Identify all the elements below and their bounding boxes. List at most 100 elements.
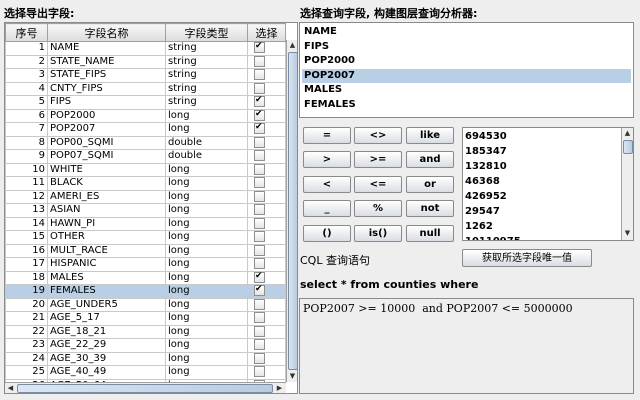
row-select-checkbox[interactable] xyxy=(254,231,265,242)
table-scroll-thumb[interactable] xyxy=(288,52,297,370)
table-row[interactable]: 2 STATE_NAME string xyxy=(5,54,286,69)
table-row[interactable]: 19 FEMALES long xyxy=(5,284,286,299)
query-field-list[interactable]: NAME FIPS POP2000 POP2007 MALES FEMALES xyxy=(299,22,634,118)
operator-button[interactable]: () xyxy=(303,225,351,242)
table-row[interactable]: 9 POP07_SQMI double xyxy=(5,149,286,164)
table-row[interactable]: 21 AGE_5_17 long xyxy=(5,311,286,326)
table-row[interactable]: 23 AGE_22_29 long xyxy=(5,338,286,353)
operator-button[interactable]: <> xyxy=(354,127,402,144)
operator-button[interactable]: not xyxy=(406,200,454,217)
sql-textarea[interactable]: POP2007 >= 10000 and POP2007 <= 5000000 xyxy=(299,298,634,394)
row-select-checkbox[interactable] xyxy=(254,69,265,80)
unique-value-item[interactable]: 1262 xyxy=(465,219,493,234)
row-select-checkbox[interactable] xyxy=(254,150,265,161)
table-row[interactable]: 17 HISPANIC long xyxy=(5,257,286,272)
table-row[interactable]: 18 MALES long xyxy=(5,270,286,285)
table-row[interactable]: 20 AGE_UNDER5 long xyxy=(5,297,286,312)
row-select-checkbox[interactable] xyxy=(254,366,265,377)
table-row[interactable]: 3 STATE_FIPS string xyxy=(5,68,286,83)
operator-button[interactable]: >= xyxy=(354,151,402,168)
row-select-checkbox[interactable] xyxy=(254,109,265,121)
row-select-checkbox[interactable] xyxy=(254,339,265,350)
operator-button[interactable]: > xyxy=(303,151,351,168)
row-select-checkbox[interactable] xyxy=(254,204,265,215)
table-row[interactable]: 5 FIPS string xyxy=(5,95,286,110)
unique-value-item[interactable]: 694530 xyxy=(465,129,507,144)
values-vertical-scrollbar[interactable]: ▲ ▼ xyxy=(621,128,633,240)
table-row[interactable]: 4 CNTY_FIPS string xyxy=(5,81,286,96)
unique-value-item[interactable]: 185347 xyxy=(465,144,507,159)
operator-button[interactable]: or xyxy=(406,176,454,193)
query-field-item[interactable]: FEMALES xyxy=(302,98,631,112)
row-select-checkbox[interactable] xyxy=(254,96,265,107)
operator-button[interactable]: and xyxy=(406,151,454,168)
col-header-no[interactable]: 序号 xyxy=(5,23,48,42)
unique-value-item[interactable]: 10110975 xyxy=(465,234,521,240)
row-select-checkbox[interactable] xyxy=(254,136,265,148)
table-row[interactable]: 6 POP2000 long xyxy=(5,108,286,123)
row-select-checkbox[interactable] xyxy=(254,82,265,94)
scroll-right-icon[interactable]: ▶ xyxy=(274,383,285,393)
row-select-checkbox[interactable] xyxy=(254,177,265,188)
row-select-checkbox[interactable] xyxy=(254,163,265,175)
unique-value-item[interactable]: 29547 xyxy=(465,204,500,219)
table-row[interactable]: 15 OTHER long xyxy=(5,230,286,245)
row-select-checkbox[interactable] xyxy=(254,298,265,310)
table-row[interactable]: 10 WHITE long xyxy=(5,162,286,177)
row-select-checkbox[interactable] xyxy=(254,325,265,337)
scroll-down-icon[interactable]: ▼ xyxy=(287,371,297,382)
values-scroll-up-icon[interactable]: ▲ xyxy=(622,128,633,139)
row-select-checkbox[interactable] xyxy=(254,217,265,229)
row-select-checkbox[interactable] xyxy=(254,258,265,269)
row-select-checkbox[interactable] xyxy=(254,55,265,67)
table-vertical-scrollbar[interactable]: ▲ ▼ xyxy=(286,40,297,382)
table-row[interactable]: 12 AMERI_ES long xyxy=(5,189,286,204)
sql-text[interactable]: POP2007 >= 10000 and POP2007 <= 5000000 xyxy=(303,302,573,315)
col-header-select[interactable]: 选择 xyxy=(247,23,286,42)
operator-button[interactable]: % xyxy=(354,200,402,217)
query-field-item[interactable]: NAME xyxy=(302,25,631,39)
table-hscroll-thumb[interactable] xyxy=(17,384,273,393)
row-select-checkbox[interactable] xyxy=(254,271,265,283)
table-row[interactable]: 14 HAWN_PI long xyxy=(5,216,286,231)
operator-button[interactable]: < xyxy=(303,176,351,193)
unique-value-item[interactable]: 46368 xyxy=(465,174,500,189)
values-scroll-down-icon[interactable]: ▼ xyxy=(622,228,633,239)
table-row[interactable]: 25 AGE_40_49 long xyxy=(5,365,286,380)
operator-button[interactable]: like xyxy=(406,127,454,144)
table-row[interactable]: 1 NAME string xyxy=(5,41,286,56)
operator-button[interactable]: <= xyxy=(354,176,402,193)
row-select-checkbox[interactable] xyxy=(254,190,265,202)
table-row[interactable]: 11 BLACK long xyxy=(5,176,286,191)
table-row[interactable]: 22 AGE_18_21 long xyxy=(5,324,286,339)
query-field-item[interactable]: MALES xyxy=(302,83,631,97)
unique-value-item[interactable]: 426952 xyxy=(465,189,507,204)
col-header-name[interactable]: 字段名称 xyxy=(47,23,166,42)
operator-button[interactable]: _ xyxy=(303,200,351,217)
unique-value-item[interactable]: 132810 xyxy=(465,159,507,174)
table-row[interactable]: 7 POP2007 long xyxy=(5,122,286,137)
table-row[interactable]: 24 AGE_30_39 long xyxy=(5,351,286,366)
query-field-item[interactable]: POP2007 xyxy=(302,68,631,83)
table-row[interactable]: 16 MULT_RACE long xyxy=(5,243,286,258)
query-field-item[interactable]: FIPS xyxy=(302,40,631,54)
operator-button[interactable]: null xyxy=(406,225,454,242)
unique-values-list[interactable]: 1011097512622954742695246368132810185347… xyxy=(462,127,634,241)
row-select-checkbox[interactable] xyxy=(254,123,265,134)
values-scroll-thumb[interactable] xyxy=(623,140,633,154)
scroll-up-icon[interactable]: ▲ xyxy=(287,40,297,51)
table-row[interactable]: 8 POP00_SQMI double xyxy=(5,135,286,150)
table-horizontal-scrollbar[interactable]: ◀ ▶ xyxy=(5,382,286,393)
row-select-checkbox[interactable] xyxy=(254,285,265,296)
col-header-type[interactable]: 字段类型 xyxy=(165,23,248,42)
row-select-checkbox[interactable] xyxy=(254,312,265,323)
row-select-checkbox[interactable] xyxy=(254,42,265,53)
scroll-left-icon[interactable]: ◀ xyxy=(5,383,16,393)
operator-button[interactable]: = xyxy=(303,127,351,144)
operator-button[interactable]: is() xyxy=(354,225,402,242)
row-select-checkbox[interactable] xyxy=(254,352,265,364)
query-field-item[interactable]: POP2000 xyxy=(302,54,631,68)
table-row[interactable]: 13 ASIAN long xyxy=(5,203,286,218)
get-unique-values-button[interactable]: 获取所选字段唯一值 xyxy=(462,249,592,267)
row-select-checkbox[interactable] xyxy=(254,244,265,256)
